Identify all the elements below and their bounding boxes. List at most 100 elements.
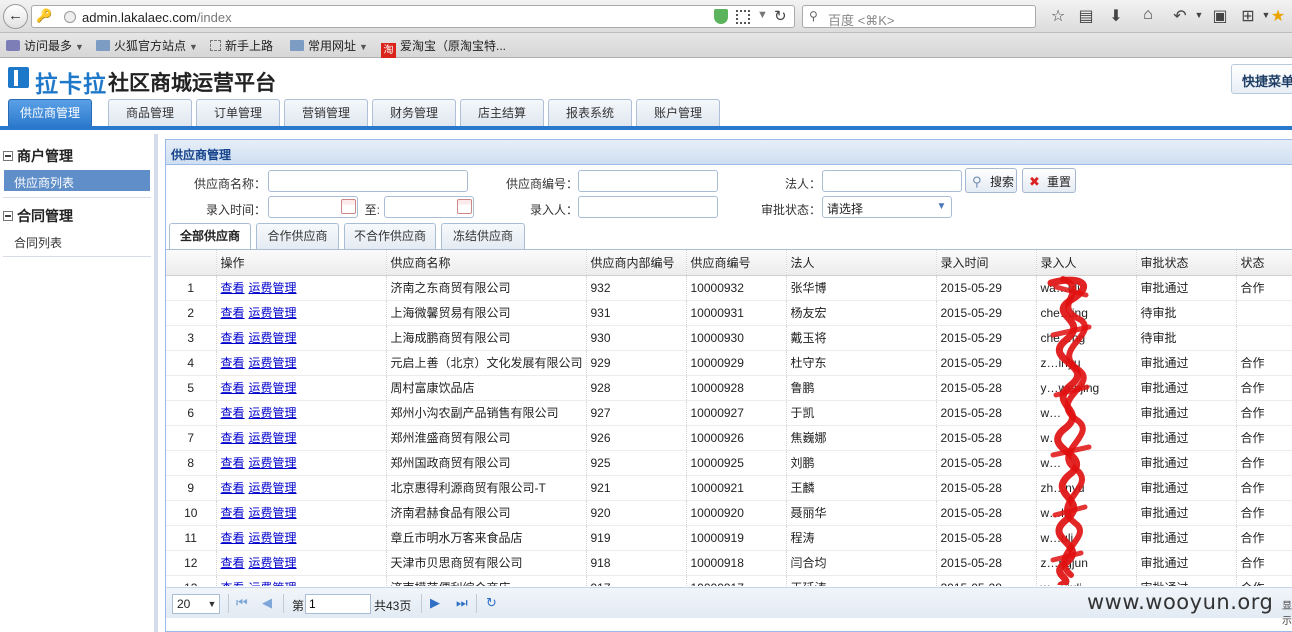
- approval-status-select[interactable]: 请选择 ▼: [822, 196, 952, 218]
- tab-owner-settlement[interactable]: 店主结算: [460, 99, 544, 126]
- table-row[interactable]: 8 查看 运费管理 郑州国政商贸有限公司 925 10000925 刘鹏 2015-05-28…: [166, 450, 1292, 476]
- view-link[interactable]: 查看: [221, 356, 245, 370]
- view-link[interactable]: 查看: [221, 456, 245, 470]
- tab-non-cooperating-suppliers[interactable]: 不合作供应商: [344, 223, 436, 249]
- entry-person-input[interactable]: [578, 196, 718, 218]
- view-link[interactable]: 查看: [221, 406, 245, 420]
- calendar-icon[interactable]: [457, 199, 472, 214]
- column-header-supplier-no[interactable]: 供应商编号: [686, 250, 787, 276]
- tab-cooperating-suppliers[interactable]: 合作供应商: [256, 223, 339, 249]
- shield-icon[interactable]: [714, 9, 728, 24]
- back-icon[interactable]: ←: [3, 4, 28, 29]
- url-bar[interactable]: 🔑 admin.lakalaec.com/index ▼ ↻: [31, 5, 795, 28]
- table-row[interactable]: 1 查看 运费管理 济南之东商贸有限公司 932 10000932 张华博 2015-05-2…: [166, 275, 1292, 301]
- table-row[interactable]: 11 查看 运费管理 章丘市明水万客来食品店 919 10000919 程涛 2015-05-…: [166, 525, 1292, 551]
- undo-icon[interactable]: ↶: [1170, 6, 1190, 26]
- page-number-input[interactable]: [305, 594, 371, 614]
- sidebar-group-merchant[interactable]: 商户管理: [3, 146, 73, 166]
- sidebar-item-supplier-list[interactable]: 供应商列表: [4, 170, 150, 191]
- column-header-supplier-name[interactable]: 供应商名称: [386, 250, 587, 276]
- view-link[interactable]: 查看: [221, 531, 245, 545]
- freight-management-link[interactable]: 运费管理: [249, 456, 297, 470]
- search-button[interactable]: ⚲ 搜索: [965, 168, 1017, 193]
- download-icon[interactable]: ⬇: [1106, 6, 1126, 26]
- table-row[interactable]: 13查看运费管理济南模范便利综合商店91710000917王延涛2015-05-…: [166, 575, 1292, 586]
- addon-icon[interactable]: ★: [1268, 6, 1288, 26]
- freight-management-link[interactable]: 运费管理: [249, 306, 297, 320]
- chevron-down-icon[interactable]: ▼: [1189, 10, 1209, 20]
- tab-finance-management[interactable]: 财务管理: [372, 99, 456, 126]
- table-row[interactable]: 9 查看 运费管理 北京惠得利源商贸有限公司-T 921 10000921 王麟 2015-0…: [166, 475, 1292, 501]
- reset-button[interactable]: ✖ 重置: [1022, 168, 1076, 193]
- freight-management-link[interactable]: 运费管理: [249, 531, 297, 545]
- view-link[interactable]: 查看: [221, 306, 245, 320]
- view-link[interactable]: 查看: [221, 481, 245, 495]
- reading-list-icon[interactable]: ▤: [1076, 6, 1096, 26]
- screenshot-icon[interactable]: ▣: [1210, 6, 1230, 26]
- view-link[interactable]: 查看: [221, 331, 245, 345]
- freight-management-link[interactable]: 运费管理: [249, 556, 297, 570]
- sidebar-group-contract[interactable]: 合同管理: [3, 206, 73, 226]
- tab-report-system[interactable]: 报表系统: [548, 99, 632, 126]
- tab-marketing-management[interactable]: 营销管理: [284, 99, 368, 126]
- bookmark-common-sites[interactable]: 常用网址 ▼: [290, 37, 368, 54]
- view-link[interactable]: 查看: [221, 581, 245, 586]
- freight-management-link[interactable]: 运费管理: [249, 481, 297, 495]
- freight-management-link[interactable]: 运费管理: [249, 506, 297, 520]
- supplier-name-input[interactable]: [268, 170, 468, 192]
- view-link[interactable]: 查看: [221, 281, 245, 295]
- next-page-icon[interactable]: ▶: [430, 595, 440, 611]
- view-link[interactable]: 查看: [221, 506, 245, 520]
- column-header-approval-status[interactable]: 审批状态: [1136, 250, 1237, 276]
- view-link[interactable]: 查看: [221, 381, 245, 395]
- bookmark-most-visited[interactable]: 访问最多 ▼: [6, 37, 84, 54]
- table-row[interactable]: 6 查看 运费管理 郑州小沟农副产品销售有限公司 927 10000927 于凯 2015-0…: [166, 400, 1292, 426]
- refresh-icon[interactable]: ↻: [486, 595, 497, 611]
- table-row[interactable]: 4 查看 运费管理 元启上善（北京）文化发展有限公司 929 10000929 杜守东 201…: [166, 350, 1292, 376]
- table-row[interactable]: 10 查看 运费管理 济南君赫食品有限公司 920 10000920 聂丽华 2015-05-…: [166, 500, 1292, 526]
- url-text[interactable]: admin.lakalaec.com/index: [82, 10, 232, 25]
- freight-management-link[interactable]: 运费管理: [249, 406, 297, 420]
- table-row[interactable]: 2 查看 运费管理 上海微馨贸易有限公司 931 10000931 杨友宏 2015-05-2…: [166, 300, 1292, 326]
- view-link[interactable]: 查看: [221, 556, 245, 570]
- collapse-icon[interactable]: [3, 211, 13, 221]
- freight-management-link[interactable]: 运费管理: [249, 581, 297, 586]
- tab-product-management[interactable]: 商品管理: [108, 99, 192, 126]
- chevron-down-icon[interactable]: ▼: [757, 9, 768, 21]
- column-header-status[interactable]: 状态: [1236, 250, 1292, 276]
- supplier-no-input[interactable]: [578, 170, 718, 192]
- tab-supplier-management[interactable]: 供应商管理: [8, 99, 92, 128]
- view-link[interactable]: 查看: [221, 431, 245, 445]
- bookmark-getting-started[interactable]: 新手上路: [210, 37, 273, 54]
- sidebar-item-contract-list[interactable]: 合同列表: [4, 230, 150, 251]
- tab-account-management[interactable]: 账户管理: [636, 99, 720, 126]
- home-icon[interactable]: ⌂: [1138, 6, 1158, 24]
- star-icon[interactable]: ☆: [1048, 6, 1068, 26]
- tab-order-management[interactable]: 订单管理: [196, 99, 280, 126]
- column-header-entry-person[interactable]: 录入人: [1036, 250, 1137, 276]
- prev-page-icon[interactable]: ◀: [262, 595, 272, 611]
- collapse-icon[interactable]: [3, 151, 13, 161]
- tab-frozen-suppliers[interactable]: 冻结供应商: [441, 223, 525, 249]
- reload-icon[interactable]: ↻: [774, 7, 787, 25]
- column-header-legal-person[interactable]: 法人: [786, 250, 937, 276]
- search-input[interactable]: ⚲ 百度 <⌘K>: [802, 5, 1036, 28]
- column-header-inner-no[interactable]: 供应商内部编号: [586, 250, 687, 276]
- page-size-select[interactable]: 20 ▼: [172, 594, 220, 614]
- table-row[interactable]: 12 查看 运费管理 天津市贝思商贸有限公司 918 10000918 闫合均 2015-05…: [166, 550, 1292, 576]
- freight-management-link[interactable]: 运费管理: [249, 356, 297, 370]
- calendar-icon[interactable]: [341, 199, 356, 214]
- bookmark-taobao[interactable]: 淘爱淘宝（原淘宝特...: [381, 37, 506, 58]
- freight-management-link[interactable]: 运费管理: [249, 331, 297, 345]
- freight-management-link[interactable]: 运费管理: [249, 281, 297, 295]
- table-row[interactable]: 7 查看 运费管理 郑州淮盛商贸有限公司 926 10000926 焦巍娜 2015-05-2…: [166, 425, 1292, 451]
- last-page-icon[interactable]: ⏭: [456, 595, 468, 611]
- freight-management-link[interactable]: 运费管理: [249, 381, 297, 395]
- tab-all-suppliers[interactable]: 全部供应商: [169, 223, 251, 250]
- legal-person-input[interactable]: [822, 170, 962, 192]
- qr-code-icon[interactable]: [736, 10, 750, 24]
- column-header-entry-time[interactable]: 录入时间: [936, 250, 1037, 276]
- first-page-icon[interactable]: ⏮: [236, 595, 248, 611]
- bookmark-firefox-official[interactable]: 火狐官方站点 ▼: [96, 37, 198, 54]
- table-row[interactable]: 3 查看 运费管理 上海成鹏商贸有限公司 930 10000930 戴玉将 2015-05-2…: [166, 325, 1292, 351]
